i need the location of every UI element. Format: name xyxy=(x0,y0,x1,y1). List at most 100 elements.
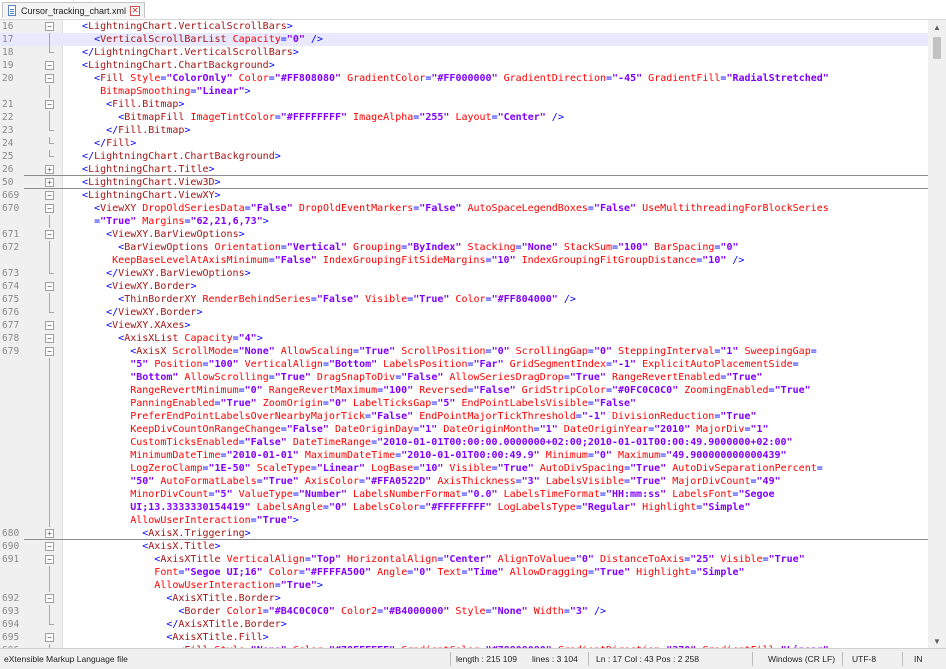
code-line[interactable]: 19 − <LightningChart.ChartBackground> xyxy=(0,59,928,72)
code-bracket: > xyxy=(286,21,293,32)
code-line[interactable]: RangeRevertMinimum="0" RangeRevertMaximu… xyxy=(0,384,928,397)
collapse-fold-icon[interactable]: − xyxy=(45,555,54,564)
code-line[interactable]: 695 − <AxisXTitle.Fill> xyxy=(0,631,928,644)
code-line[interactable]: PreferEndPointLabelsOverNearbyMajorTick=… xyxy=(0,410,928,423)
code-line[interactable]: 675 <ThinBorderXY RenderBehindSeries="Fa… xyxy=(0,293,928,306)
code-line[interactable]: 693 <Border Color1="#B4C0C0C0" Color2="#… xyxy=(0,605,928,618)
code-line[interactable]: 694 </AxisXTitle.Border> xyxy=(0,618,928,631)
code-bracket: </ xyxy=(106,125,119,136)
code-text: <Fill.Bitmap> xyxy=(70,98,184,111)
code-line[interactable]: 16 − <LightningChart.VerticalScrollBars> xyxy=(0,20,928,33)
code-line[interactable]: "5" Position="100" VerticalAlign="Bottom… xyxy=(0,358,928,371)
collapse-fold-icon[interactable]: − xyxy=(45,100,54,109)
fold-guide xyxy=(49,358,50,371)
code-line[interactable]: PanningEnabled="True" ZoomOrigin="0" Lab… xyxy=(0,397,928,410)
code-line[interactable]: 21 − <Fill.Bitmap> xyxy=(0,98,928,111)
code-line[interactable]: AllowUserInteraction="True"> xyxy=(0,514,928,527)
code-line[interactable]: "Bottom" AllowScrolling="True" DragSnapT… xyxy=(0,371,928,384)
code-line[interactable]: ="True" Margins="62,21,6,73"> xyxy=(0,215,928,228)
expand-fold-icon[interactable]: + xyxy=(45,529,54,538)
chevron-down-icon[interactable]: ▼ xyxy=(928,634,946,648)
code-line[interactable]: 678 − <AxisXList Capacity="4"> xyxy=(0,332,928,345)
code-text: Font="Segoe UI;16" Color="#FFFFA500" Ang… xyxy=(70,566,744,579)
code-value: "None" xyxy=(238,346,275,357)
code-line[interactable]: BitmapSmoothing="Linear"> xyxy=(0,85,928,98)
code-line[interactable]: 691 − <AxisXTitle VerticalAlign="Top" Hor… xyxy=(0,553,928,566)
code-attribute: AutoDivSpacing xyxy=(539,463,625,474)
code-editor[interactable]: 16− <LightningChart.VerticalScrollBars> 1… xyxy=(0,20,946,648)
code-value: "Vertical" xyxy=(286,242,348,253)
code-line[interactable]: MinorDivCount="5" ValueType="Number" Lab… xyxy=(0,488,928,501)
code-line[interactable]: UI;13.3333330154419" LabelsAngle="0" Lab… xyxy=(0,501,928,514)
code-line[interactable]: 20 − <Fill Style="ColorOnly" Color="#FF80… xyxy=(0,72,928,85)
code-line[interactable]: 690 − <AxisX.Title> xyxy=(0,540,928,553)
code-line[interactable]: 24 </Fill> xyxy=(0,137,928,150)
code-line[interactable]: 670 − <ViewXY DropOldSeriesData="False" D… xyxy=(0,202,928,215)
code-line[interactable]: "50" AutoFormatLabels="True" AxisColor="… xyxy=(0,475,928,488)
code-text: <AxisX.Title> xyxy=(70,540,220,553)
code-attribute: MajorDiv xyxy=(696,424,745,435)
code-value: "#B4000000" xyxy=(383,606,450,617)
code-line[interactable]: 673 </ViewXY.BarViewOptions> xyxy=(0,267,928,280)
code-line[interactable]: 679− <AxisX ScrollMode="None" AllowScali… xyxy=(0,345,928,358)
code-text: </LightningChart.VerticalScrollBars> xyxy=(70,46,299,59)
code-line[interactable]: Font="Segoe UI;16" Color="#FFFFA500" Ang… xyxy=(0,566,928,579)
collapse-fold-icon[interactable]: − xyxy=(45,633,54,642)
code-line[interactable]: 26 + <LightningChart.Title> xyxy=(0,163,928,176)
collapse-fold-icon[interactable]: − xyxy=(45,321,54,330)
code-attribute: AxisThickness xyxy=(437,476,516,487)
code-line[interactable]: 25 </LightningChart.ChartBackground> xyxy=(0,150,928,163)
vertical-scrollbar[interactable]: ▲ ▼ xyxy=(928,20,946,648)
code-line[interactable]: 18 </LightningChart.VerticalScrollBars> xyxy=(0,46,928,59)
collapse-fold-icon[interactable]: − xyxy=(45,61,54,70)
code-bracket: > xyxy=(262,216,269,227)
code-line[interactable]: 680 + <AxisX.Triggering> xyxy=(0,527,928,540)
code-line[interactable]: KeepBaseLevelAtAxisMinimum="False" Index… xyxy=(0,254,928,267)
code-line[interactable]: 676 </ViewXY.Border> xyxy=(0,306,928,319)
collapse-fold-icon[interactable]: − xyxy=(45,191,54,200)
code-line[interactable]: KeepDivCountOnRangeChange="False" DateOr… xyxy=(0,423,928,436)
expand-fold-icon[interactable]: + xyxy=(45,178,54,187)
code-attribute: ZoomOrigin xyxy=(262,398,323,409)
file-tab[interactable]: Cursor_tracking_chart.xml ✕ xyxy=(2,2,146,18)
collapse-fold-icon[interactable]: − xyxy=(45,74,54,83)
close-icon[interactable]: ✕ xyxy=(130,5,141,16)
code-value: "True" xyxy=(630,463,667,474)
line-number: 26 xyxy=(2,164,14,175)
code-line[interactable]: CustomTicksEnabled="False" DateTimeRange… xyxy=(0,436,928,449)
collapse-fold-icon[interactable]: − xyxy=(45,542,54,551)
code-line[interactable]: AllowUserInteraction="True"> xyxy=(0,579,928,592)
code-line[interactable]: 671 − <ViewXY.BarViewOptions> xyxy=(0,228,928,241)
code-line[interactable]: LogZeroClamp="1E-50" ScaleType="Linear" … xyxy=(0,462,928,475)
code-line[interactable]: 677 − <ViewXY.XAxes> xyxy=(0,319,928,332)
collapse-fold-icon[interactable]: − xyxy=(45,347,54,356)
collapse-fold-icon[interactable]: − xyxy=(45,230,54,239)
chevron-up-icon[interactable]: ▲ xyxy=(928,20,946,34)
code-line[interactable]: MinimumDateTime="2010-01-01" MaximumDate… xyxy=(0,449,928,462)
collapse-fold-icon[interactable]: − xyxy=(45,22,54,31)
collapse-fold-icon[interactable]: − xyxy=(45,204,54,213)
code-line[interactable]: 17 <VerticalScrollBarList Capacity="0" /… xyxy=(0,33,928,46)
scrollbar-thumb[interactable] xyxy=(933,37,941,59)
code-line[interactable]: 22 <BitmapFill ImageTintColor="#FFFFFFFF… xyxy=(0,111,928,124)
collapse-fold-icon[interactable]: − xyxy=(45,594,54,603)
status-eol: Windows (CR LF) xyxy=(768,654,836,664)
code-text: <Border Color1="#B4C0C0C0" Color2="#B400… xyxy=(70,605,606,618)
code-line[interactable]: 23 </Fill.Bitmap> xyxy=(0,124,928,137)
code-attribute: ScrollPosition xyxy=(401,346,486,357)
code-line[interactable]: 672 <BarViewOptions Orientation="Vertica… xyxy=(0,241,928,254)
collapse-fold-icon[interactable]: − xyxy=(45,282,54,291)
code-line[interactable]: 692 − <AxisXTitle.Border> xyxy=(0,592,928,605)
code-value: UI;13.3333330154419" xyxy=(130,502,251,513)
code-text: PanningEnabled="True" ZoomOrigin="0" Lab… xyxy=(70,397,636,410)
fold-guide xyxy=(49,423,50,436)
expand-fold-icon[interactable]: + xyxy=(45,165,54,174)
code-line[interactable]: 50 + <LightningChart.View3D> xyxy=(0,176,928,189)
collapse-fold-icon[interactable]: − xyxy=(45,334,54,343)
code-line[interactable]: 669 − <LightningChart.ViewXY> xyxy=(0,189,928,202)
code-line[interactable]: 674 − <ViewXY.Border> xyxy=(0,280,928,293)
